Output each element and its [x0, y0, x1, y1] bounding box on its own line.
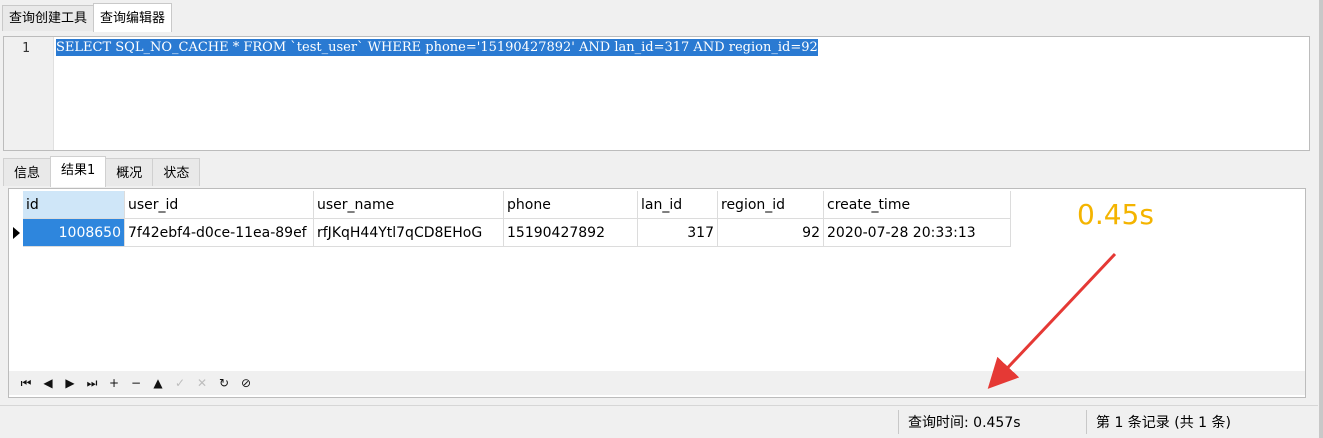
query-window: 查询创建工具 查询编辑器 1 SELECT SQL_NO_CACHE * FRO…	[0, 0, 1323, 438]
column-header-region-id[interactable]: region_id	[718, 191, 824, 219]
line-number: 1	[22, 41, 30, 56]
tab-result1[interactable]: 结果1	[50, 156, 107, 187]
cell-phone[interactable]: 15190427892	[504, 219, 638, 247]
tab-query-builder[interactable]: 查询创建工具	[2, 5, 95, 31]
stop-icon[interactable]: ⊘	[235, 373, 257, 393]
tab-profile[interactable]: 概况	[105, 158, 154, 186]
column-header-create-time[interactable]: create_time	[824, 191, 1011, 219]
result-grid: id user_id user_name phone lan_id region…	[9, 191, 1011, 247]
last-record-icon[interactable]: ⏭	[81, 373, 103, 393]
status-bar: 查询时间: 0.457s 第 1 条记录 (共 1 条)	[0, 405, 1318, 435]
status-divider	[898, 410, 899, 434]
sql-code-line[interactable]: SELECT SQL_NO_CACHE * FROM `test_user` W…	[56, 39, 818, 57]
tab-status[interactable]: 状态	[152, 158, 201, 186]
sql-editor[interactable]: 1 SELECT SQL_NO_CACHE * FROM `test_user`…	[3, 36, 1310, 151]
prev-record-icon[interactable]: ◀	[37, 373, 59, 393]
cell-user-id[interactable]: 7f42ebf4-d0ce-11ea-89ef	[125, 219, 314, 247]
tab-query-editor[interactable]: 查询编辑器	[93, 3, 173, 32]
column-header-phone[interactable]: phone	[504, 191, 638, 219]
column-header-lan-id[interactable]: lan_id	[638, 191, 718, 219]
table-row[interactable]: 1008650 7f42ebf4-d0ce-11ea-89ef rfJKqH44…	[9, 219, 1011, 247]
current-row-indicator-icon	[9, 219, 23, 247]
cell-id[interactable]: 1008650	[23, 219, 125, 247]
tab-info[interactable]: 信息	[3, 158, 52, 186]
column-header-user-name[interactable]: user_name	[314, 191, 504, 219]
refresh-icon[interactable]: ↻	[213, 373, 235, 393]
cell-create-time[interactable]: 2020-07-28 20:33:13	[824, 219, 1011, 247]
delete-record-icon[interactable]: −	[125, 373, 147, 393]
annotation-time-label: 0.45s	[1077, 198, 1154, 231]
line-gutter: 1	[4, 37, 54, 150]
record-count-text: 第 1 条记录 (共 1 条)	[1096, 415, 1231, 431]
cell-user-name[interactable]: rfJKqH44Ytl7qCD8EHoG	[314, 219, 504, 247]
first-record-icon[interactable]: ⏮	[15, 373, 37, 393]
record-navigation-toolbar: ⏮ ◀ ▶ ⏭ + − ▲ ✓ ✕ ↻ ⊘	[9, 371, 1305, 395]
selected-sql-text[interactable]: SELECT SQL_NO_CACHE * FROM `test_user` W…	[56, 39, 818, 56]
add-record-icon[interactable]: +	[103, 373, 125, 393]
top-tab-bar: 查询创建工具 查询编辑器	[2, 3, 173, 32]
header-corner	[9, 191, 23, 219]
column-header-user-id[interactable]: user_id	[125, 191, 314, 219]
cancel-icon[interactable]: ✕	[191, 373, 213, 393]
check-icon[interactable]: ✓	[169, 373, 191, 393]
status-divider	[1086, 410, 1087, 434]
apply-icon[interactable]: ▲	[147, 373, 169, 393]
grid-header-row: id user_id user_name phone lan_id region…	[9, 191, 1011, 219]
column-header-id[interactable]: id	[23, 191, 125, 219]
cell-lan-id[interactable]: 317	[638, 219, 718, 247]
result-tab-bar: 信息 结果1 概况 状态	[3, 156, 201, 187]
next-record-icon[interactable]: ▶	[59, 373, 81, 393]
query-time-text: 查询时间: 0.457s	[908, 415, 1021, 431]
cell-region-id[interactable]: 92	[718, 219, 824, 247]
